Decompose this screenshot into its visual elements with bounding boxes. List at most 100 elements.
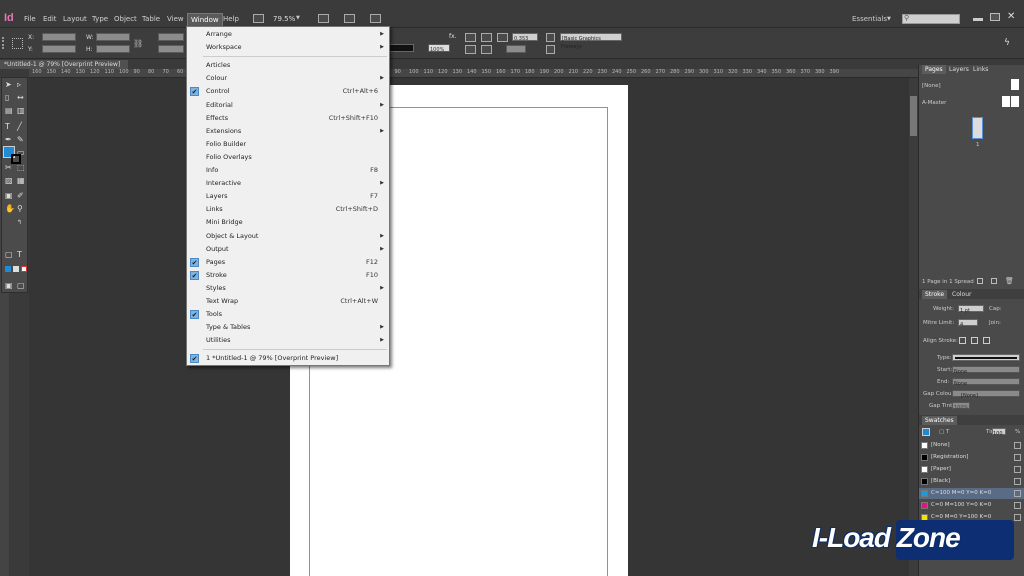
menu-item-1-untitled-1-79-overprint-preview[interactable]: ✔ 1 *Untitled-1 @ 79% [Overprint Preview] — [187, 352, 389, 365]
align-left-icon[interactable] — [465, 33, 476, 42]
eyedropper-tool-icon[interactable]: ✐ — [17, 191, 24, 200]
minimize-icon[interactable] — [973, 18, 983, 21]
swatch-row[interactable]: C=100 M=0 Y=0 K=0 — [919, 488, 1024, 499]
menu-edit[interactable]: Edit — [43, 15, 57, 23]
tint-field[interactable]: 100 — [992, 428, 1006, 437]
screen-mode-icon[interactable] — [344, 14, 355, 23]
vertical-scrollbar[interactable] — [909, 78, 918, 576]
end-field[interactable]: None — [952, 378, 1020, 387]
gradient-feather-tool-icon[interactable]: ▦ — [17, 176, 25, 185]
align-center-icon[interactable] — [481, 33, 492, 42]
preview-mode-icon[interactable]: ▢ — [17, 281, 25, 290]
menu-item-object-layout[interactable]: Object & Layout ▶ — [187, 230, 389, 243]
selection-tool-icon[interactable]: ➤ — [5, 80, 12, 89]
type-tool-icon[interactable]: T — [5, 122, 10, 131]
mitre-limit-field[interactable]: 4 — [958, 319, 978, 328]
line-tool-icon[interactable]: ╱ — [17, 122, 22, 131]
master-none-thumb[interactable] — [1011, 79, 1019, 90]
gap-tool-icon[interactable]: ↔ — [17, 93, 24, 102]
height-field[interactable] — [96, 45, 130, 53]
stroke-weight-field[interactable]: 0.353 mm — [512, 33, 538, 50]
menu-window[interactable]: Window — [187, 13, 223, 27]
menu-item-mini-bridge[interactable]: Mini Bridge — [187, 216, 389, 229]
menu-table[interactable]: Table — [142, 15, 160, 23]
formatting-text-icon[interactable]: T — [17, 250, 22, 259]
close-icon[interactable]: ✕ — [1007, 11, 1015, 22]
align-right-icon[interactable] — [497, 33, 508, 42]
fx-icon[interactable]: fx. — [449, 33, 457, 40]
menu-layout[interactable]: Layout — [63, 15, 87, 23]
swatch-row[interactable]: C=0 M=100 Y=0 K=0 — [919, 500, 1024, 511]
document-tab[interactable]: *Untitled-1 @ 79% [Overprint Preview] — [0, 60, 128, 69]
zoom-tool-icon[interactable]: ⚲ — [17, 204, 23, 213]
note-tool-icon[interactable]: ▣ — [5, 191, 13, 200]
menu-item-output[interactable]: Output ▶ — [187, 243, 389, 256]
bridge-icon[interactable] — [253, 14, 264, 23]
menu-item-stroke[interactable]: ✔ Stroke F10 — [187, 269, 389, 282]
swatch-row[interactable]: [Registration] — [919, 452, 1024, 463]
opacity-field[interactable]: 100% — [428, 44, 450, 53]
restore-icon[interactable] — [990, 13, 1000, 21]
menu-item-folio-builder[interactable]: Folio Builder — [187, 138, 389, 151]
tab-stroke[interactable]: Stroke — [922, 290, 948, 299]
weight-field[interactable]: 1 pt — [958, 305, 984, 314]
page-1-thumb[interactable] — [972, 117, 983, 139]
scissors-tool-icon[interactable]: ✂ — [5, 163, 12, 172]
menu-object[interactable]: Object — [114, 15, 137, 23]
content-collector-icon[interactable]: ▤ — [5, 106, 13, 115]
view-options-icon[interactable] — [318, 14, 329, 23]
pencil-tool-icon[interactable]: ✎ — [17, 135, 24, 144]
zoom-dropdown-icon[interactable]: ▼ — [296, 15, 300, 21]
menu-item-links[interactable]: Links Ctrl+Shift+D — [187, 203, 389, 216]
arrange-documents-icon[interactable] — [370, 14, 381, 23]
content-fit-icon[interactable] — [481, 45, 492, 54]
menu-item-text-wrap[interactable]: Text Wrap Ctrl+Alt+W — [187, 295, 389, 308]
workspace-switcher[interactable]: Essentials — [852, 15, 887, 23]
tab-pages[interactable]: Pages — [922, 65, 946, 74]
quick-apply-icon[interactable]: ϟ — [1004, 38, 1010, 48]
master-none[interactable]: [None] — [922, 83, 941, 89]
formatting-container-icon[interactable]: ▢ — [5, 250, 13, 259]
align-center-stroke-icon[interactable] — [959, 337, 966, 344]
scale-x-field[interactable] — [158, 33, 184, 41]
gradient-swatch-tool-icon[interactable]: ▨ — [5, 176, 13, 185]
constrain-proportions-icon[interactable]: ⛓ — [133, 39, 143, 48]
pen-tool-icon[interactable]: ✒ — [5, 135, 12, 144]
start-field[interactable]: None — [952, 366, 1020, 375]
apply-gradient-icon[interactable] — [13, 266, 19, 272]
swatch-row[interactable]: [None] — [919, 440, 1024, 451]
normal-view-icon[interactable]: ▣ — [5, 281, 13, 290]
menu-item-effects[interactable]: Effects Ctrl+Shift+F10 — [187, 112, 389, 125]
workspace-dropdown-icon[interactable]: ▼ — [887, 16, 891, 22]
clear-overrides-icon[interactable] — [546, 45, 555, 54]
page-tool-icon[interactable]: ▯ — [5, 93, 9, 102]
menu-item-workspace[interactable]: Workspace ▶ — [187, 41, 389, 54]
swatch-row[interactable]: [Black] — [919, 476, 1024, 487]
menu-item-styles[interactable]: Styles ▶ — [187, 282, 389, 295]
hand-tool-icon[interactable]: ✋ — [5, 204, 15, 213]
stroke-swatch[interactable] — [11, 154, 21, 164]
frame-fitting-icon[interactable] — [465, 45, 476, 54]
swatch-fill-icon[interactable] — [922, 428, 930, 436]
object-style-icon[interactable] — [546, 33, 555, 42]
search-input[interactable] — [902, 14, 960, 24]
gap-tint-field[interactable]: 100% — [952, 402, 970, 411]
horizontal-ruler[interactable]: 1601501401301201101009080706050403020100… — [29, 69, 919, 78]
menu-item-tools[interactable]: ✔ Tools — [187, 308, 389, 321]
direct-selection-tool-icon[interactable]: ▹ — [17, 80, 21, 89]
new-page-icon[interactable] — [991, 278, 997, 284]
type-field[interactable] — [952, 354, 1020, 361]
y-field[interactable] — [42, 45, 76, 53]
menu-item-pages[interactable]: ✔ Pages F12 — [187, 256, 389, 269]
stroke-type-field[interactable] — [388, 44, 414, 52]
zoom-level[interactable]: 79.5% — [273, 15, 295, 23]
menu-item-colour[interactable]: Colour ▶ — [187, 72, 389, 85]
apply-none-icon[interactable] — [21, 266, 27, 272]
menu-file[interactable]: File — [24, 15, 36, 23]
menu-view[interactable]: View — [167, 15, 184, 23]
object-style-field[interactable]: [Basic Graphics Frame]+ — [560, 33, 622, 50]
tab-swatches[interactable]: Swatches — [922, 416, 957, 425]
gap-colour-field[interactable]: [None] — [952, 390, 1020, 399]
page-size-icon[interactable] — [977, 278, 983, 284]
master-a-right-thumb[interactable] — [1011, 96, 1019, 107]
